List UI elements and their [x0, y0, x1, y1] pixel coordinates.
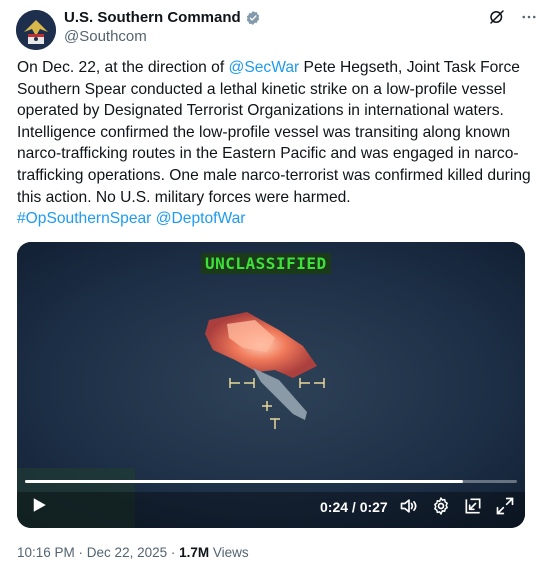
- tweet-text: On Dec. 22, at the direction of @SecWar …: [17, 57, 532, 230]
- play-icon[interactable]: [30, 496, 48, 514]
- southcom-seal-icon: [16, 10, 56, 50]
- video-progress-bar[interactable]: [25, 480, 517, 483]
- grok-icon[interactable]: [488, 8, 506, 26]
- tweet-meta: 10:16 PM · Dec 22, 2025 · 1.7M Views: [17, 545, 249, 560]
- mention-link[interactable]: @DeptofWar: [156, 210, 246, 227]
- video-frame: [17, 242, 525, 528]
- more-options-icon[interactable]: [520, 8, 538, 26]
- picture-in-picture-icon[interactable]: [463, 496, 483, 516]
- tweet-top-actions: [488, 8, 538, 26]
- tweet-text-part: On Dec. 22, at the direction of: [17, 59, 229, 76]
- hashtag-link[interactable]: #OpSouthernSpear: [17, 210, 151, 227]
- views-count[interactable]: 1.7M: [179, 545, 209, 560]
- tweet-text-part: Pete Hegseth, Joint Task Force Southern …: [17, 59, 531, 206]
- volume-icon[interactable]: [399, 496, 419, 516]
- video-time: 0:24 / 0:27: [320, 499, 388, 515]
- video-controls: 0:24 / 0:27: [17, 492, 525, 522]
- fullscreen-icon[interactable]: [495, 496, 515, 516]
- account-name-row: U.S. Southern Command: [64, 9, 261, 26]
- views-label: Views: [209, 545, 249, 560]
- meta-separator: ·: [74, 545, 87, 560]
- meta-separator: ·: [167, 545, 180, 560]
- settings-gear-icon[interactable]: [431, 496, 451, 516]
- tweet-time[interactable]: 10:16 PM: [17, 545, 75, 560]
- mention-link[interactable]: @SecWar: [229, 59, 300, 76]
- tweet-date[interactable]: Dec 22, 2025: [87, 545, 167, 560]
- account-handle[interactable]: @Southcom: [64, 28, 147, 45]
- video-progress-fill: [25, 480, 463, 483]
- account-name[interactable]: U.S. Southern Command: [64, 9, 241, 26]
- video-player[interactable]: UNCLASSIFIED 0:24 / 0:27: [17, 242, 525, 528]
- avatar[interactable]: [16, 10, 56, 50]
- unclassified-overlay-label: UNCLASSIFIED: [201, 253, 331, 274]
- verified-badge-icon: [246, 10, 259, 25]
